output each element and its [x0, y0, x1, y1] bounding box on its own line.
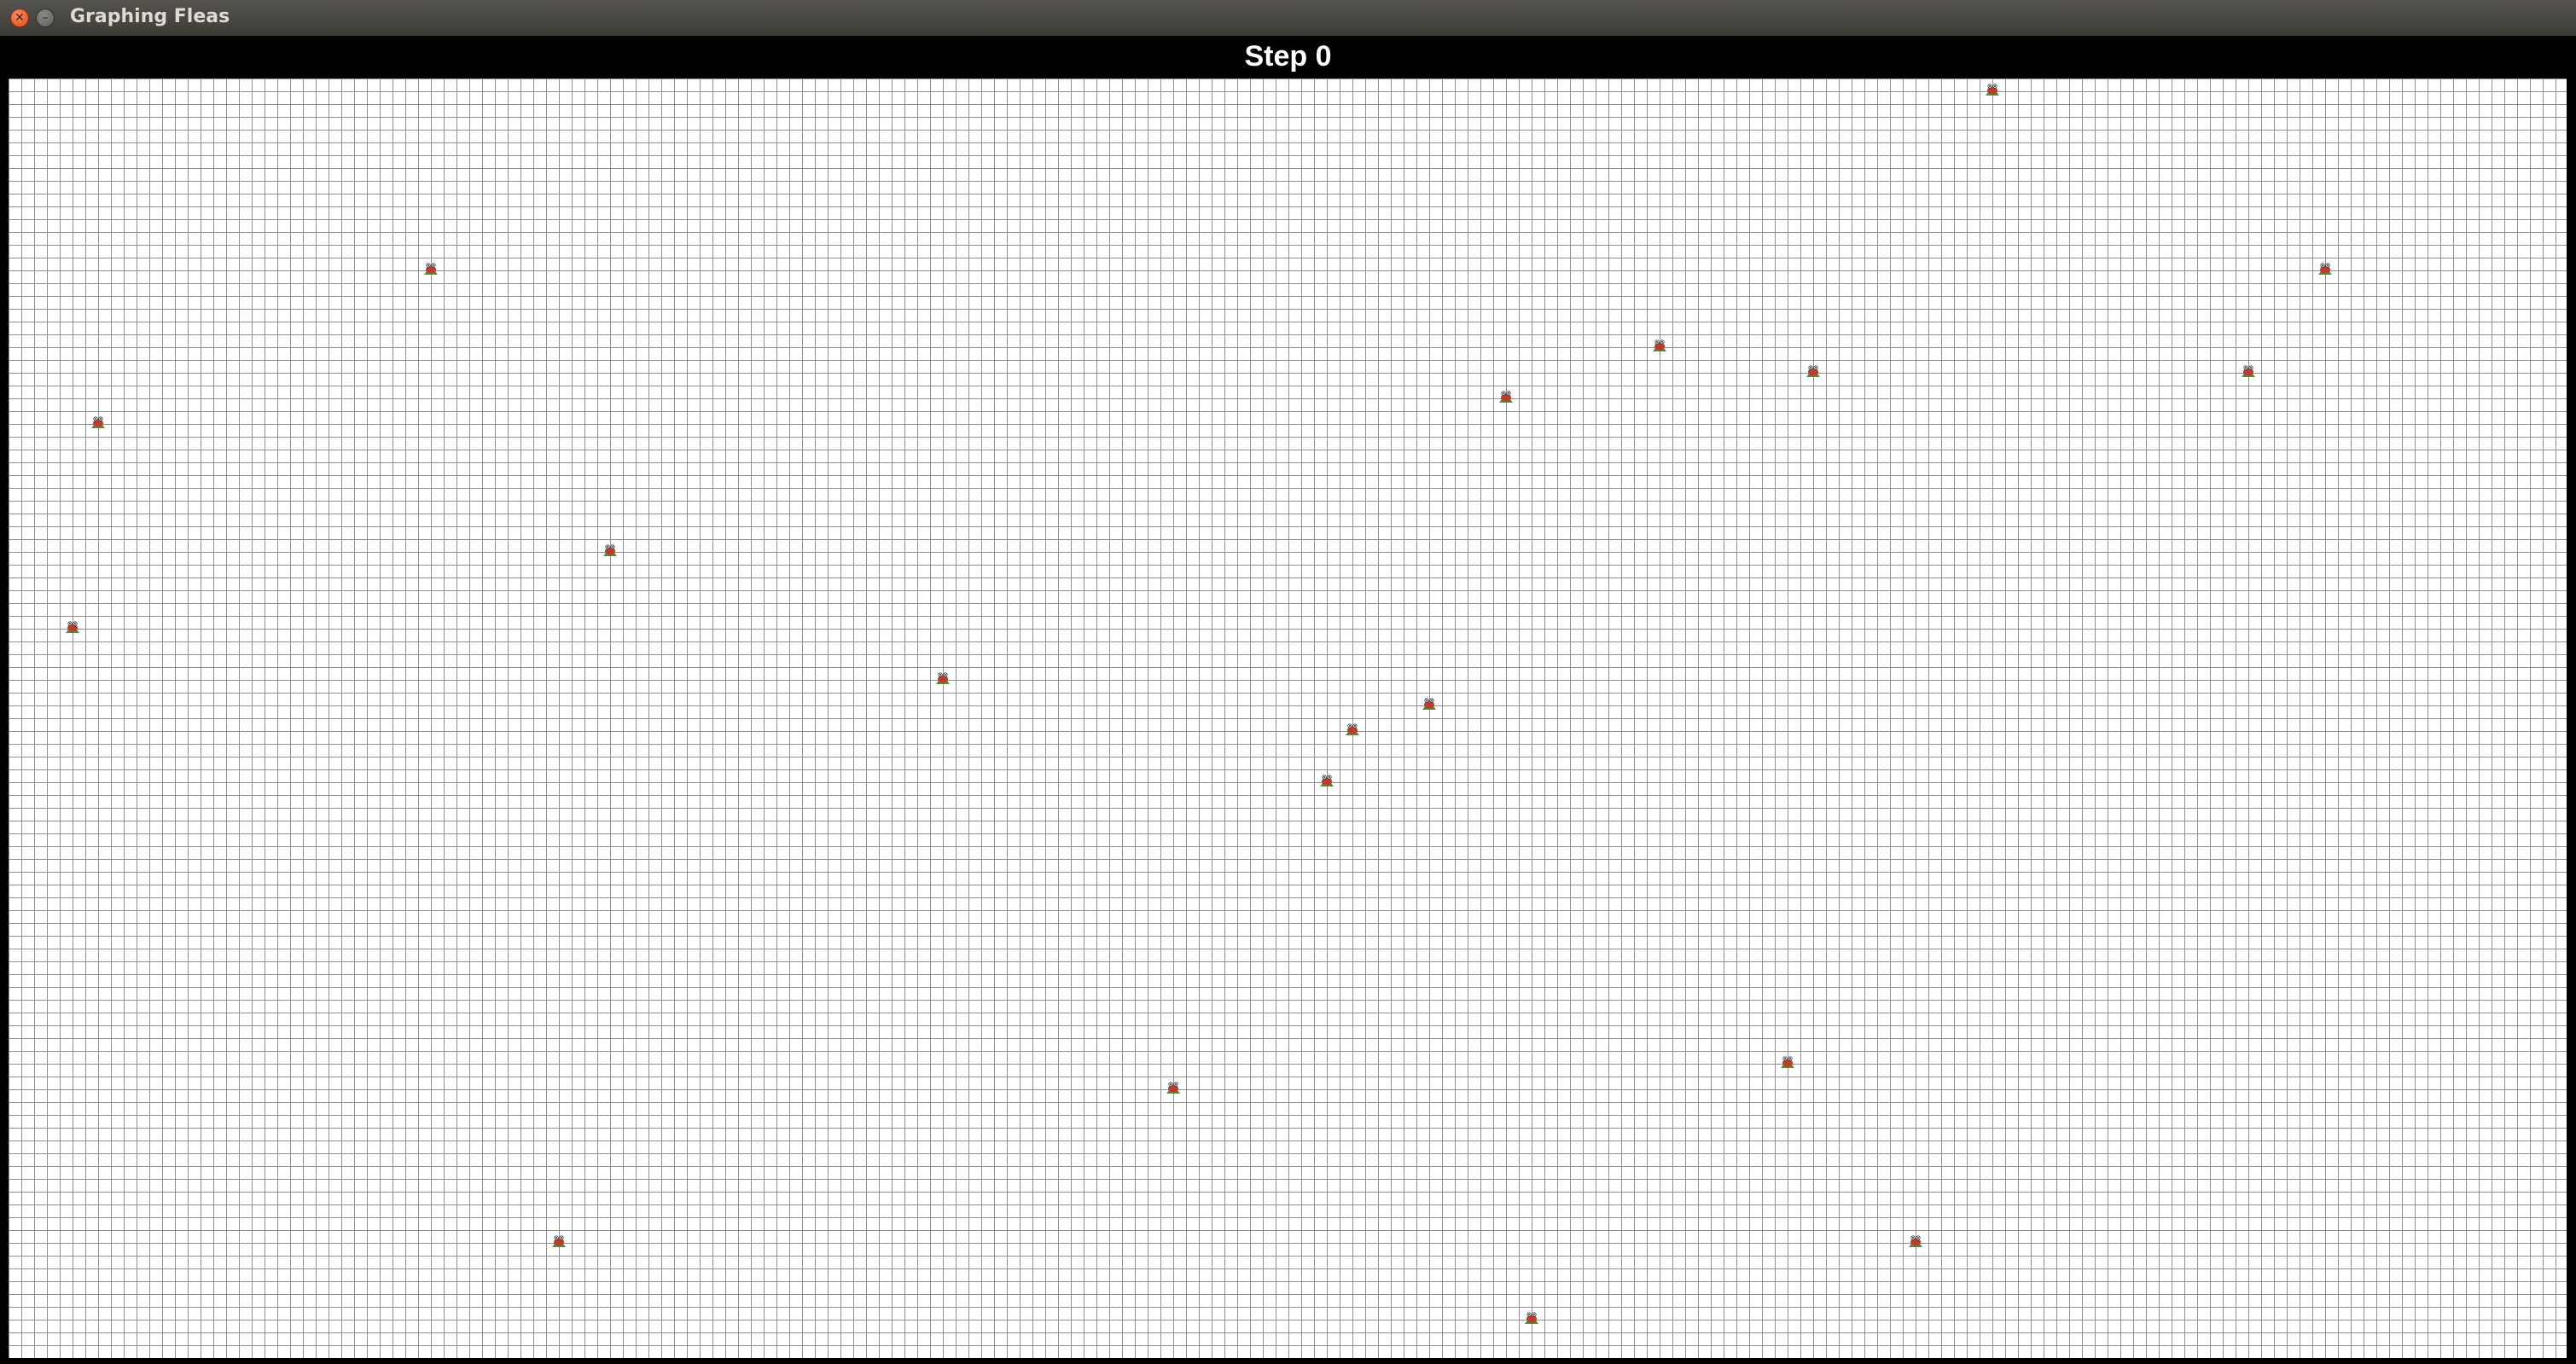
flea-icon [602, 543, 619, 557]
flea-icon [1805, 364, 1822, 378]
flea-icon [934, 671, 951, 685]
flea-icon [1984, 83, 2001, 96]
step-counter: Step 0 [1244, 40, 1332, 73]
flea-icon [1651, 339, 1668, 352]
flea-icon [1907, 1234, 1924, 1248]
flea-icon [1779, 1055, 1796, 1069]
flea-icon [1497, 390, 1515, 403]
flea-icon [1523, 1311, 1540, 1325]
flea-grid [9, 78, 2567, 1358]
flea-icon [1421, 697, 1438, 711]
game-area: Step 0 [0, 36, 2576, 1364]
flea-icon [90, 415, 107, 429]
flea-icon [422, 262, 439, 276]
flea-icon [550, 1234, 567, 1248]
flea-icon [64, 620, 81, 634]
flea-icon [2240, 364, 2257, 378]
flea-icon [1165, 1081, 1182, 1094]
flea-icon [1344, 723, 1361, 736]
close-icon[interactable]: ✕ [10, 9, 29, 27]
flea-icon [2317, 262, 2334, 276]
window-titlebar: ✕ – Graphing Fleas [0, 0, 2576, 36]
minimize-icon[interactable]: – [36, 9, 55, 27]
window-title: Graphing Fleas [70, 6, 230, 27]
flea-icon [1318, 774, 1335, 787]
